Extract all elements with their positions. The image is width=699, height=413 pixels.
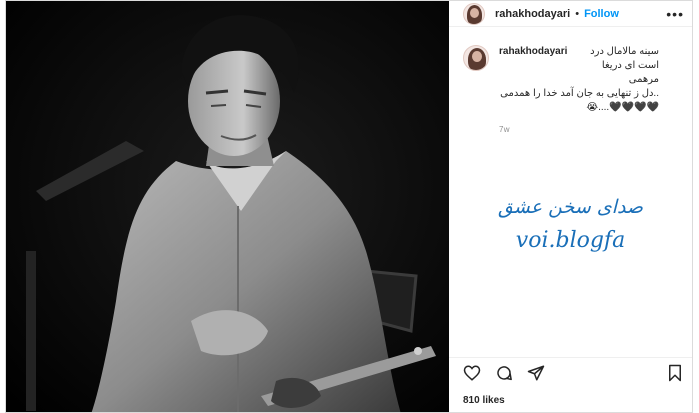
- caption-text: rahakhodayari سینه مالامال درد است ای دری…: [499, 45, 659, 115]
- like-count[interactable]: 810 likes: [463, 395, 505, 406]
- caption-comment: rahakhodayari سینه مالامال درد است ای دری…: [449, 27, 692, 115]
- comment-icon[interactable]: [495, 364, 513, 382]
- heart-icon[interactable]: [463, 364, 481, 382]
- avatar[interactable]: [463, 45, 489, 71]
- post-header: rahakhodayari • Follow •••: [449, 1, 692, 27]
- avatar[interactable]: [463, 2, 485, 25]
- watermark-url: voi.blogfa: [515, 228, 626, 253]
- singer-photo: [6, 1, 449, 412]
- more-options-icon[interactable]: •••: [666, 6, 684, 22]
- share-icon[interactable]: [527, 364, 545, 382]
- post-actions: [449, 357, 692, 388]
- caption-line-1: سینه مالامال درد است ای دریغا: [590, 46, 659, 71]
- separator-dot: •: [575, 7, 580, 20]
- post-photo[interactable]: [6, 1, 449, 412]
- follow-button[interactable]: Follow: [584, 8, 619, 20]
- username-link[interactable]: rahakhodayari: [495, 8, 570, 20]
- post-dialog: rahakhodayari • Follow ••• rahakhodayari…: [5, 0, 693, 413]
- caption-line-4: 🖤🖤🖤🖤....😭: [586, 102, 659, 113]
- caption-line-2: مرهمی: [628, 74, 659, 85]
- watermark-title: صدای سخن عشق: [497, 196, 644, 218]
- post-time[interactable]: 7w: [499, 125, 692, 134]
- blog-watermark: صدای سخن عشق voi.blogfa: [449, 196, 692, 253]
- post-side-panel: rahakhodayari • Follow ••• rahakhodayari…: [449, 1, 692, 412]
- caption-line-3: ..دل ز تنهایی به جان آمد خدا را همدمی: [500, 88, 659, 99]
- bookmark-icon[interactable]: [666, 364, 684, 382]
- caption-username[interactable]: rahakhodayari: [499, 45, 567, 59]
